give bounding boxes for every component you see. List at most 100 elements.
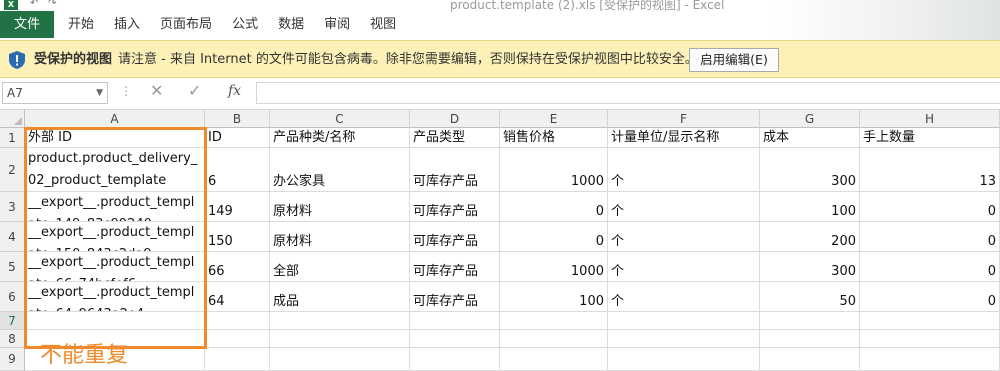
cell-b1[interactable]: ID (205, 128, 270, 148)
column-header-a[interactable]: A (25, 110, 205, 128)
cell-c8[interactable] (270, 330, 410, 348)
enable-editing-button[interactable]: 启用编辑(E) (689, 48, 779, 72)
column-header-g[interactable]: G (760, 110, 860, 128)
row-header-1[interactable]: 1 (0, 128, 25, 148)
cell-c1[interactable]: 产品种类/名称 (270, 128, 410, 148)
cell-c5[interactable]: 全部 (270, 252, 410, 282)
cell-e5[interactable]: 1000 (500, 252, 608, 282)
cell-a5[interactable]: __export__.product_template_66_74bcfef6 (25, 252, 205, 282)
column-header-f[interactable]: F (608, 110, 760, 128)
undo-icon[interactable]: ↶ (30, 0, 38, 9)
cell-b8[interactable] (205, 330, 270, 348)
cell-f9[interactable] (608, 348, 760, 371)
cell-e6[interactable]: 100 (500, 282, 608, 312)
tab-data[interactable]: 数据 (268, 11, 314, 38)
cell-f4[interactable]: 个 (608, 222, 760, 252)
cell-b5[interactable]: 66 (205, 252, 270, 282)
cell-f1[interactable]: 计量单位/显示名称 (608, 128, 760, 148)
cell-b3[interactable]: 149 (205, 192, 270, 222)
cell-b6[interactable]: 64 (205, 282, 270, 312)
cell-d7[interactable] (410, 312, 500, 330)
column-header-c[interactable]: C (270, 110, 410, 128)
chevron-down-icon[interactable]: ▼ (96, 83, 103, 103)
cell-h7[interactable] (860, 312, 1000, 330)
row-header-5[interactable]: 5 (0, 252, 25, 282)
cell-b4[interactable]: 150 (205, 222, 270, 252)
function-icon[interactable]: fx (228, 83, 241, 99)
tab-view[interactable]: 视图 (360, 11, 406, 38)
cell-b7[interactable] (205, 312, 270, 330)
row-header-3[interactable]: 3 (0, 192, 25, 222)
cell-g6[interactable]: 50 (760, 282, 860, 312)
cell-c7[interactable] (270, 312, 410, 330)
cell-d1[interactable]: 产品类型 (410, 128, 500, 148)
tab-page-layout[interactable]: 页面布局 (150, 11, 222, 38)
redo-icon[interactable]: ↷ (48, 0, 56, 9)
row-header-9[interactable]: 9 (0, 348, 25, 371)
cell-g9[interactable] (760, 348, 860, 371)
formula-input[interactable] (256, 82, 1000, 104)
cell-h5[interactable]: 0 (860, 252, 1000, 282)
cell-f8[interactable] (608, 330, 760, 348)
cell-a3[interactable]: __export__.product_template_149_83c99240 (25, 192, 205, 222)
cell-h6[interactable]: 0 (860, 282, 1000, 312)
row-header-7[interactable]: 7 (0, 312, 25, 330)
row-header-8[interactable]: 8 (0, 330, 25, 348)
row-header-2[interactable]: 2 (0, 148, 25, 192)
cell-h9[interactable] (860, 348, 1000, 371)
cell-f5[interactable]: 个 (608, 252, 760, 282)
cancel-icon[interactable]: ✕ (150, 81, 163, 100)
column-header-h[interactable]: H (860, 110, 1000, 128)
cell-g5[interactable]: 300 (760, 252, 860, 282)
cell-e7[interactable] (500, 312, 608, 330)
cell-g2[interactable]: 300 (760, 148, 860, 192)
column-header-b[interactable]: B (205, 110, 270, 128)
cell-d6[interactable]: 可库存产品 (410, 282, 500, 312)
cell-f2[interactable]: 个 (608, 148, 760, 192)
cell-e8[interactable] (500, 330, 608, 348)
row-header-4[interactable]: 4 (0, 222, 25, 252)
cell-c2[interactable]: 办公家具 (270, 148, 410, 192)
cell-e4[interactable]: 0 (500, 222, 608, 252)
cell-c3[interactable]: 原材料 (270, 192, 410, 222)
cell-f6[interactable]: 个 (608, 282, 760, 312)
tab-home[interactable]: 开始 (58, 11, 104, 38)
cell-g7[interactable] (760, 312, 860, 330)
cell-b9[interactable] (205, 348, 270, 371)
cell-a7[interactable] (25, 312, 205, 330)
cell-a6[interactable]: __export__.product_template_64_9643a2e4 (25, 282, 205, 312)
cell-b2[interactable]: 6 (205, 148, 270, 192)
tab-formulas[interactable]: 公式 (222, 11, 268, 38)
cell-f3[interactable]: 个 (608, 192, 760, 222)
select-all-corner[interactable] (0, 110, 25, 128)
cell-h1[interactable]: 手上数量 (860, 128, 1000, 148)
cell-g1[interactable]: 成本 (760, 128, 860, 148)
cell-c9[interactable] (270, 348, 410, 371)
cell-f7[interactable] (608, 312, 760, 330)
cell-d3[interactable]: 可库存产品 (410, 192, 500, 222)
cell-e3[interactable]: 0 (500, 192, 608, 222)
cell-e1[interactable]: 销售价格 (500, 128, 608, 148)
cell-c6[interactable]: 成品 (270, 282, 410, 312)
row-header-6[interactable]: 6 (0, 282, 25, 312)
cell-e2[interactable]: 1000 (500, 148, 608, 192)
cell-d2[interactable]: 可库存产品 (410, 148, 500, 192)
cell-a2[interactable]: product.product_delivery_02_product_temp… (25, 148, 205, 192)
enter-icon[interactable]: ✓ (188, 81, 201, 100)
cell-h2[interactable]: 13 (860, 148, 1000, 192)
tab-review[interactable]: 审阅 (314, 11, 360, 38)
cell-g8[interactable] (760, 330, 860, 348)
cell-a4[interactable]: __export__.product_template_150_843c2da9 (25, 222, 205, 252)
cell-d5[interactable]: 可库存产品 (410, 252, 500, 282)
tab-insert[interactable]: 插入 (104, 11, 150, 38)
cell-d9[interactable] (410, 348, 500, 371)
cell-h8[interactable] (860, 330, 1000, 348)
cell-d4[interactable]: 可库存产品 (410, 222, 500, 252)
cell-g4[interactable]: 200 (760, 222, 860, 252)
name-box[interactable]: A7 ▼ (2, 82, 108, 104)
cell-g3[interactable]: 100 (760, 192, 860, 222)
cell-a1[interactable]: 外部 ID (25, 128, 205, 148)
column-header-e[interactable]: E (500, 110, 608, 128)
column-header-d[interactable]: D (410, 110, 500, 128)
cell-e9[interactable] (500, 348, 608, 371)
